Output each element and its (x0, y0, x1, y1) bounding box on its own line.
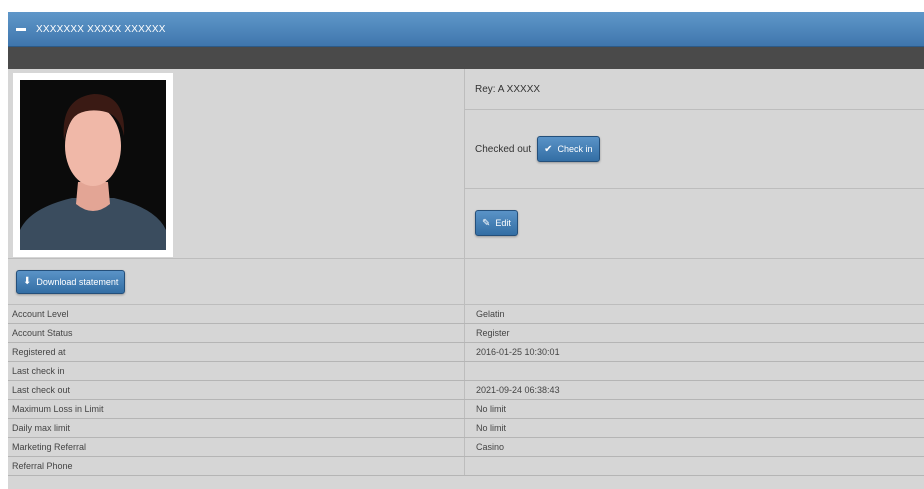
checkin-row: Checked out ✔ Check in (465, 110, 924, 189)
row-label: Maximum Loss in Limit (8, 400, 465, 418)
pencil-icon: ✎ (482, 217, 491, 229)
download-statement-button[interactable]: ⬇ Download statement (16, 269, 126, 294)
profile-photo-frame (13, 73, 173, 257)
panel-titlebar: XXXXXXX XXXXX XXXXXX (8, 12, 924, 47)
download-label: Download statement (36, 276, 119, 287)
row-value: No limit (476, 423, 507, 433)
edit-row: ✎ Edit (465, 189, 924, 257)
download-cell: ⬇ Download statement (8, 259, 465, 304)
download-icon: ⬇ (23, 276, 32, 287)
avatar (20, 80, 166, 250)
row-value: 2016-01-25 10:30:01 (476, 347, 560, 357)
panel-subbar (8, 47, 924, 69)
row-label: Daily max limit (8, 419, 465, 437)
collapse-icon[interactable] (16, 27, 26, 31)
profile-actions: Rey: A XXXXX Checked out ✔ Check in ✎ Ed… (465, 69, 924, 258)
row-label: Last check in (8, 362, 465, 380)
check-in-label: Check in (557, 144, 593, 154)
row-label: Last check out (8, 381, 465, 399)
check-icon: ✔ (544, 143, 553, 155)
row-label: Registered at (8, 343, 465, 361)
player-panel: XXXXXXX XXXXX XXXXXX Rey: A XXXXX Checke… (8, 12, 924, 489)
row-value: 2021-09-24 06:38:43 (476, 385, 560, 395)
table-row: Maximum Loss in Limit No limit (8, 400, 924, 419)
profile-section: Rey: A XXXXX Checked out ✔ Check in ✎ Ed… (8, 69, 924, 259)
row-label: Account Status (8, 324, 465, 342)
row-value: Casino (476, 442, 505, 452)
checkout-status: Checked out (475, 143, 532, 155)
check-in-button[interactable]: ✔ Check in (537, 136, 600, 162)
download-section: ⬇ Download statement (8, 259, 924, 305)
table-row: Referral Phone (8, 457, 924, 476)
edit-label: Edit (495, 218, 511, 228)
table-row: Account Status Register (8, 324, 924, 343)
table-row: Daily max limit No limit (8, 419, 924, 438)
row-value: Gelatin (476, 309, 505, 319)
row-label: Referral Phone (8, 457, 465, 475)
panel-title: XXXXXXX XXXXX XXXXXX (36, 23, 166, 35)
row-value: Register (476, 328, 510, 338)
edit-button[interactable]: ✎ Edit (475, 210, 518, 236)
download-empty-cell (465, 259, 924, 304)
row-label: Marketing Referral (8, 438, 465, 456)
photo-cell (8, 69, 465, 258)
table-row: Marketing Referral Casino (8, 438, 924, 457)
row-value: No limit (476, 404, 507, 414)
table-row: Registered at 2016-01-25 10:30:01 (8, 343, 924, 362)
details-table: Account Level Gelatin Account Status Reg… (8, 305, 924, 476)
row-label: Account Level (8, 305, 465, 323)
table-row: Last check in (8, 362, 924, 381)
reference-text: Rey: A XXXXX (475, 83, 541, 95)
table-row: Account Level Gelatin (8, 305, 924, 324)
reference-row: Rey: A XXXXX (465, 69, 924, 110)
table-row: Last check out 2021-09-24 06:38:43 (8, 381, 924, 400)
